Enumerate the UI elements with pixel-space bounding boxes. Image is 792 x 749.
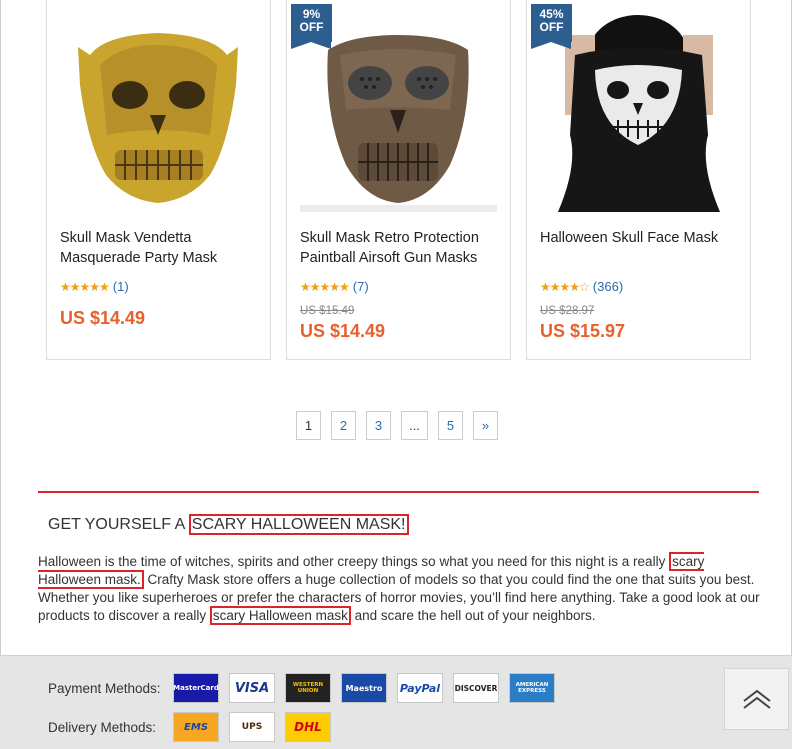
product-rating: ★★★★★ (7): [300, 279, 369, 294]
mastercard-logo: MasterCard: [173, 673, 219, 703]
product-price: US $15.97: [540, 321, 626, 341]
delivery-methods-label: Delivery Methods:: [48, 719, 157, 735]
discount-off-label: OFF: [539, 20, 564, 34]
page-3-button[interactable]: 3: [366, 411, 391, 440]
payment-methods-row: Payment Methods: MasterCard VISA WESTERN…: [48, 673, 555, 703]
product-name[interactable]: Skull Mask Vendetta Masquerade Party Mas…: [60, 228, 260, 268]
star-rating-icon: ★★★★☆: [540, 279, 590, 294]
product-rating: ★★★★☆ (366): [540, 279, 623, 294]
chevron-up-icon: [742, 689, 771, 709]
american-express-logo: AMERICAN EXPRESS: [509, 673, 555, 703]
next-page-button[interactable]: »: [473, 411, 498, 440]
pagination: 1 2 3 ... 5 »: [296, 411, 498, 440]
footer: Payment Methods: MasterCard VISA WESTERN…: [0, 655, 792, 749]
seo-heading-highlight: SCARY HALLOWEEN MASK!: [188, 514, 409, 535]
review-count-link[interactable]: (1): [113, 279, 129, 294]
product-price: US $14.49: [300, 321, 386, 341]
discover-logo: DISCOVER: [453, 673, 499, 703]
seo-heading-prefix: GET YOURSELF A: [48, 516, 189, 533]
star-rating-icon: ★★★★★: [300, 279, 350, 294]
visa-logo: VISA: [229, 673, 275, 703]
product-card[interactable]: 9% OFF Skull Mask Retro Protection Paint…: [286, 0, 511, 360]
gold-skull-mask-icon: [60, 15, 257, 212]
page-5-button[interactable]: 5: [438, 411, 463, 440]
seo-paragraph: Halloween is the time of witches, spirit…: [38, 552, 760, 625]
old-price: US $28.97: [540, 305, 595, 317]
product-price: US $14.49: [60, 308, 146, 328]
old-price: US $15.49: [300, 305, 355, 317]
delivery-methods-row: Delivery Methods: EMS UPS DHL: [48, 712, 331, 742]
seo-heading: GET YOURSELF A SCARY HALLOWEEN MASK!: [48, 514, 409, 535]
discount-off-label: OFF: [299, 20, 324, 34]
seo-keyword-highlight: scary Halloween mask: [209, 606, 351, 625]
western-union-logo: WESTERN UNION: [285, 673, 331, 703]
discount-badge: 9% OFF: [291, 4, 332, 49]
page-1-button[interactable]: 1: [296, 411, 321, 440]
ups-logo: UPS: [229, 712, 275, 742]
product-card[interactable]: 45% OFF Halloween Skull Face Mask ★★★★☆ …: [526, 0, 751, 360]
seo-text-part: Halloween is the time of witches, spirit…: [38, 554, 670, 569]
product-card[interactable]: Skull Mask Vendetta Masquerade Party Mas…: [46, 0, 271, 360]
product-grid: Skull Mask Vendetta Masquerade Party Mas…: [46, 0, 752, 360]
review-count-link[interactable]: (7): [353, 279, 369, 294]
dhl-logo: DHL: [285, 712, 331, 742]
page-ellipsis: ...: [401, 411, 428, 440]
page-2-button[interactable]: 2: [331, 411, 356, 440]
maestro-logo: Maestro: [341, 673, 387, 703]
product-name[interactable]: Halloween Skull Face Mask: [540, 228, 740, 248]
product-image[interactable]: [60, 15, 257, 212]
product-rating: ★★★★★ (1): [60, 279, 129, 294]
product-name[interactable]: Skull Mask Retro Protection Paintball Ai…: [300, 228, 500, 268]
star-rating-icon: ★★★★★: [60, 279, 110, 294]
ems-logo: EMS: [173, 712, 219, 742]
payment-methods-label: Payment Methods:: [48, 680, 161, 696]
review-count-link[interactable]: (366): [593, 279, 623, 294]
section-divider: [38, 491, 759, 493]
paypal-logo: PayPal: [397, 673, 443, 703]
discount-badge: 45% OFF: [531, 4, 572, 49]
back-to-top-button[interactable]: [724, 668, 789, 730]
seo-text-part: and scare the hell out of your neighbors…: [350, 608, 596, 623]
